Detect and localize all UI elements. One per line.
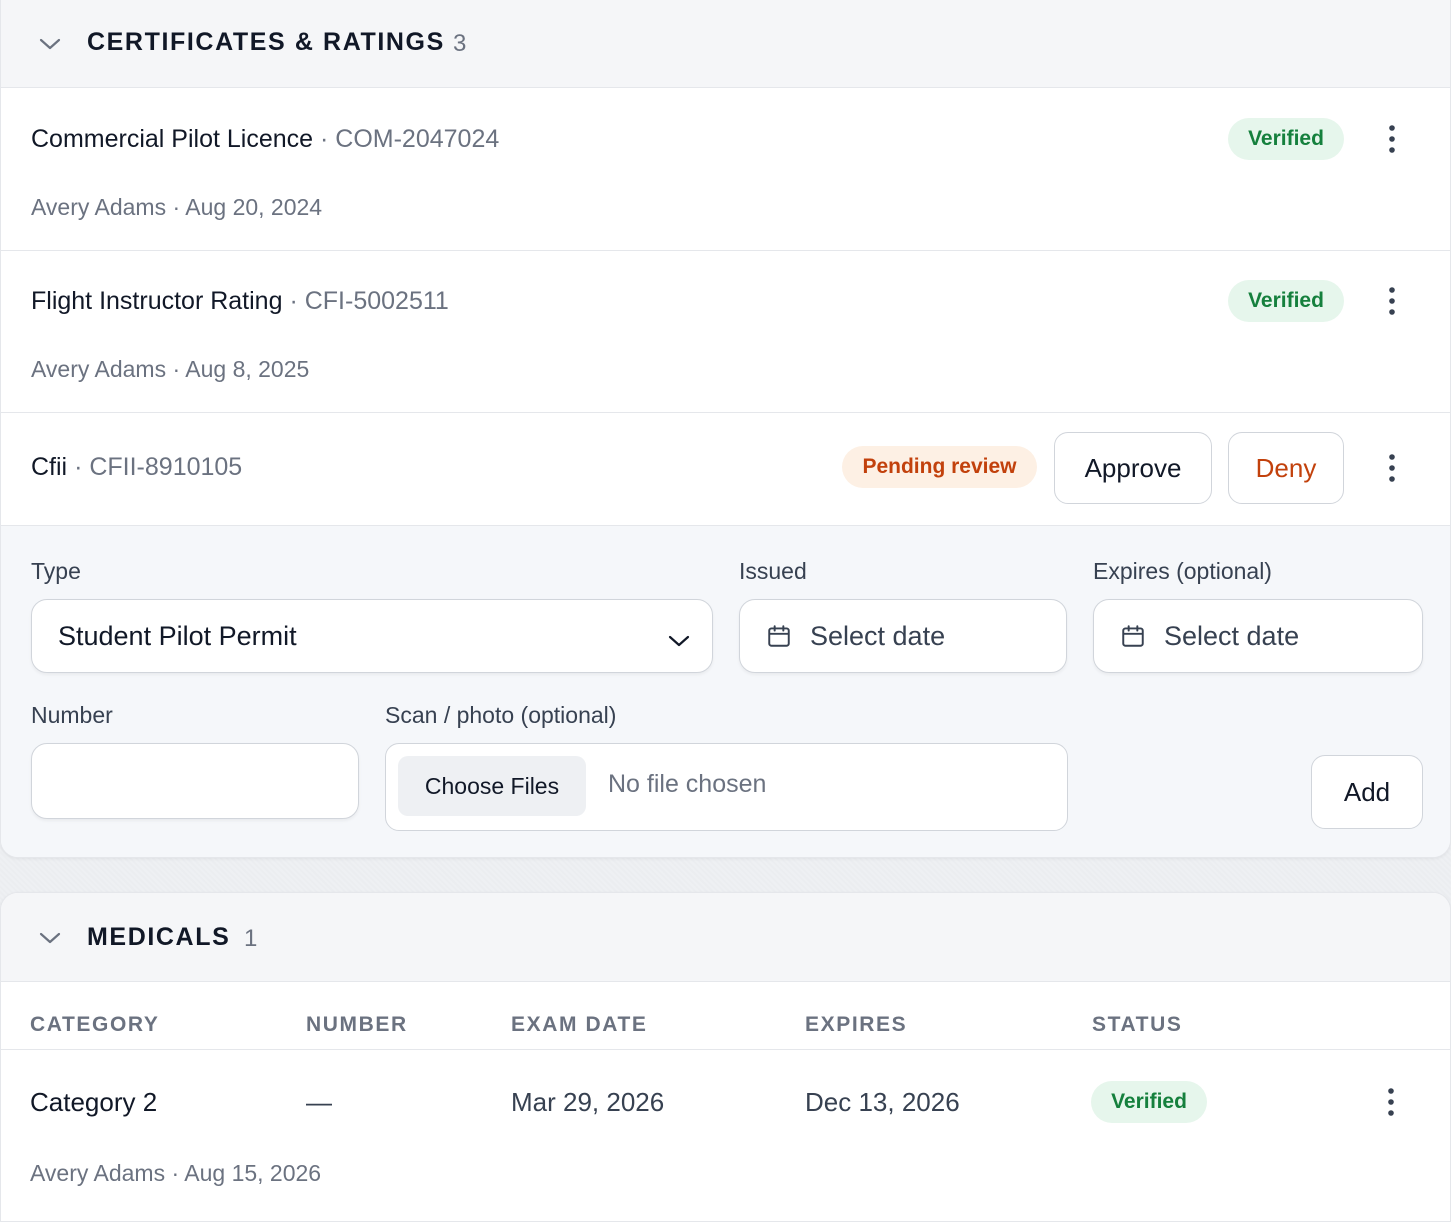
- certificates-header[interactable]: CERTIFICATES & RATINGS 3: [1, 0, 1450, 88]
- status-badge: Verified: [1228, 118, 1344, 160]
- issued-label: Issued: [739, 558, 807, 584]
- approve-button[interactable]: Approve: [1054, 432, 1212, 504]
- expires-label: Expires (optional): [1093, 558, 1272, 584]
- section-count: 3: [453, 30, 467, 57]
- calendar-icon: [1120, 623, 1146, 649]
- issued-date-picker[interactable]: Select date: [739, 599, 1067, 673]
- column-header-exam-date: EXAM DATE: [511, 1013, 648, 1036]
- medical-number: —: [306, 1087, 332, 1117]
- section-count: 1: [244, 925, 258, 952]
- list-item: Flight Instructor Rating · CFI-5002511 A…: [1, 251, 1450, 413]
- certificates-card: CERTIFICATES & RATINGS 3 Commercial Pilo…: [0, 0, 1451, 858]
- chevron-down-icon[interactable]: [37, 31, 63, 57]
- medicals-header[interactable]: MEDICALS 1: [1, 893, 1450, 982]
- status-badge: Verified: [1228, 280, 1344, 322]
- certificate-title: Commercial Pilot Licence · COM-2047024: [31, 125, 499, 154]
- certificate-name: Cfii: [31, 453, 68, 481]
- status-badge: Verified: [1091, 1081, 1207, 1123]
- more-vertical-icon[interactable]: [1377, 281, 1407, 321]
- certificate-meta: Avery Adams · Aug 20, 2024: [31, 194, 323, 220]
- column-header-category: CATEGORY: [30, 1013, 160, 1036]
- section-title: CERTIFICATES & RATINGS: [87, 28, 445, 56]
- certificate-title: Cfii · CFII-8910105: [31, 453, 242, 482]
- choose-files-button[interactable]: Choose Files: [398, 756, 586, 816]
- medical-expires: Dec 13, 2026: [805, 1087, 960, 1117]
- issued-date-placeholder: Select date: [810, 620, 946, 651]
- list-item: Commercial Pilot Licence · COM-2047024 A…: [1, 88, 1450, 251]
- number-input[interactable]: [31, 743, 359, 819]
- column-header-number: NUMBER: [306, 1013, 408, 1036]
- certificate-number: COM-2047024: [335, 125, 500, 153]
- medical-exam-date: Mar 29, 2026: [511, 1087, 665, 1117]
- calendar-icon: [766, 623, 792, 649]
- add-certificate-form: Type Issued Expires (optional) Student P…: [1, 526, 1450, 857]
- chevron-down-icon[interactable]: [37, 925, 63, 951]
- column-header-expires: EXPIRES: [805, 1013, 908, 1036]
- separator: ·: [289, 287, 298, 315]
- scan-label: Scan / photo (optional): [385, 702, 617, 728]
- type-select[interactable]: Student Pilot Permit: [31, 599, 713, 673]
- type-select-value: Student Pilot Permit: [58, 620, 297, 651]
- certificate-meta: Avery Adams · Aug 8, 2025: [31, 356, 310, 382]
- certificate-name: Commercial Pilot Licence: [31, 125, 314, 153]
- separator: ·: [320, 125, 329, 153]
- certificate-name: Flight Instructor Rating: [31, 287, 283, 315]
- medical-meta: Avery Adams · Aug 15, 2026: [30, 1160, 322, 1186]
- add-button[interactable]: Add: [1311, 755, 1423, 829]
- expires-date-placeholder: Select date: [1164, 620, 1300, 651]
- table-header-row: [1, 982, 1450, 1050]
- more-vertical-icon[interactable]: [1376, 1082, 1406, 1122]
- certificate-number: CFII-8910105: [89, 453, 243, 481]
- scan-file-input[interactable]: Choose Files No file chosen: [385, 743, 1068, 831]
- status-badge: Pending review: [842, 446, 1037, 488]
- list-item: Cfii · CFII-8910105 Pending review Appro…: [1, 413, 1450, 526]
- separator: ·: [74, 453, 83, 481]
- more-vertical-icon[interactable]: [1377, 119, 1407, 159]
- medical-category: Category 2: [30, 1087, 158, 1117]
- column-header-status: STATUS: [1092, 1013, 1183, 1036]
- certificate-number: CFI-5002511: [304, 287, 449, 315]
- certificate-title: Flight Instructor Rating · CFI-5002511: [31, 287, 449, 316]
- deny-button[interactable]: Deny: [1228, 432, 1344, 504]
- section-title: MEDICALS: [87, 923, 231, 951]
- chevron-down-icon: [668, 624, 690, 655]
- number-label: Number: [31, 702, 113, 728]
- type-label: Type: [31, 558, 81, 584]
- expires-date-picker[interactable]: Select date: [1093, 599, 1423, 673]
- more-vertical-icon[interactable]: [1377, 448, 1407, 488]
- file-status-text: No file chosen: [608, 770, 767, 798]
